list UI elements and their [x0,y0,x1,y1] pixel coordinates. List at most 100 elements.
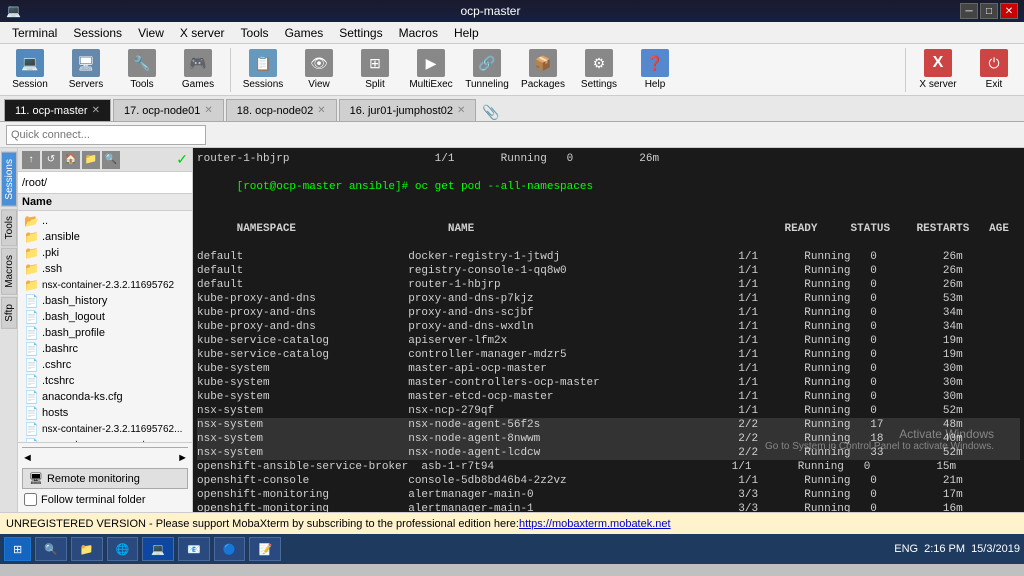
menu-view[interactable]: View [130,24,172,42]
sidebar: ↑ ↺ 🏠 📁 🔍 ✓ /root/ Name 📂 .. 📁 .ansible … [18,148,193,512]
toolbar-sep2 [905,48,906,92]
tree-item-ansible[interactable]: 📁 .ansible [20,229,190,245]
tree-item-nsx-container[interactable]: 📁 nsx-container-2.3.2.11695762 [20,277,190,293]
menu-terminal[interactable]: Terminal [4,24,65,42]
tree-item-cshrc[interactable]: 📄 .cshrc [20,357,190,373]
tab-ocp-master[interactable]: 11. ocp-master ✕ [4,99,111,121]
toolbar-session[interactable]: 💻 Session [4,47,56,92]
left-tab-tools[interactable]: Tools [1,209,17,246]
packages-label: Packages [521,79,565,90]
toolbar: 💻 Session 🖥 Servers 🔧 Tools 🎮 Games 📋 Se… [0,44,1024,96]
minimize-button[interactable]: ─ [960,3,978,19]
menu-macros[interactable]: Macros [391,24,446,42]
status-link[interactable]: https://mobaxterm.mobatek.net [519,518,671,530]
toolbar-split[interactable]: ⊞ Split [349,47,401,92]
view-icon: 👁 [305,49,333,77]
tray-time: 2:16 PM [924,543,965,555]
tools-label: Tools [130,79,153,90]
toolbar-multiexec[interactable]: ▶ MultiExec [405,47,457,92]
sidebar-filter-btn[interactable]: 🔍 [102,151,120,169]
servers-label: Servers [69,79,103,90]
left-tabs: Sessions Tools Macros Sftp [0,148,18,512]
tree-item-anaconda[interactable]: 📄 anaconda-ks.cfg [20,389,190,405]
view-label: View [308,79,330,90]
toolbar-exit[interactable]: ⏻ Exit [968,47,1020,92]
follow-folder-label: Follow terminal folder [41,494,146,506]
toolbar-settings[interactable]: ⚙ Settings [573,47,625,92]
close-button[interactable]: ✕ [1000,3,1018,19]
left-tab-macros[interactable]: Macros [1,248,17,295]
tab-ocp-node02-close[interactable]: ✕ [317,105,325,116]
sidebar-refresh-btn[interactable]: ↺ [42,151,60,169]
scroll-right-icon[interactable]: ► [177,452,188,464]
servers-icon: 🖥 [72,49,100,77]
quick-connect-bar [0,122,1024,148]
left-tab-sessions[interactable]: Sessions [1,152,17,207]
xserver-label: X server [919,79,956,90]
search-button[interactable]: 🔍 [35,537,67,561]
new-tab-icon[interactable]: 📎 [482,104,499,121]
toolbar-packages[interactable]: 📦 Packages [517,47,569,92]
file-explorer-button[interactable]: 📁 [71,537,103,561]
sidebar-up-btn[interactable]: ↑ [22,151,40,169]
email-button[interactable]: 📧 [178,537,210,561]
remote-monitoring-button[interactable]: 🖥 Remote monitoring [22,468,188,489]
tree-item-ssh[interactable]: 📁 .ssh [20,261,190,277]
tree-item-bash-logout[interactable]: 📄 .bash_logout [20,309,190,325]
toolbar-tunneling[interactable]: 🔗 Tunneling [461,47,513,92]
toolbar-games[interactable]: 🎮 Games [172,47,224,92]
menu-sessions[interactable]: Sessions [65,24,130,42]
tab-ocp-node02[interactable]: 18. ocp-node02 ✕ [226,99,337,121]
app1-button[interactable]: 🔵 [214,537,246,561]
menu-xserver[interactable]: X server [172,24,233,42]
file-bash-profile-icon: 📄 [24,326,39,340]
menu-help[interactable]: Help [446,24,487,42]
follow-folder-checkbox[interactable] [24,493,37,506]
term-line-alert0: openshift-monitoring alertmanager-main-0… [197,488,1020,502]
tree-item-bash-profile[interactable]: 📄 .bash_profile [20,325,190,341]
tab-ocp-master-close[interactable]: ✕ [92,105,100,116]
terminal1-button[interactable]: 💻 [142,537,174,561]
start-button[interactable]: ⊞ [4,537,31,561]
tree-item-nsx-container-file[interactable]: 📄 nsx-container-2.3.2.11695762... [20,421,190,437]
tree-item-root[interactable]: 📂 .. [20,213,190,229]
toolbar-xserver[interactable]: X X server [912,47,964,92]
terminal-area[interactable]: router-1-hbjrp 1/1 Running 0 26m [root@o… [193,148,1024,512]
term-line-nsx-agent3: nsx-system nsx-node-agent-lcdcw 2/2 Runn… [197,446,1020,460]
xserver-icon: X [924,49,952,77]
sidebar-newfolder-btn[interactable]: 📁 [82,151,100,169]
tree-item-bash-history[interactable]: 📄 .bash_history [20,293,190,309]
left-tab-sftp[interactable]: Sftp [1,297,17,329]
tree-item-tcshrc[interactable]: 📄 .tcshrc [20,373,190,389]
sidebar-home-btn[interactable]: 🏠 [62,151,80,169]
split-label: Split [365,79,384,90]
editor-button[interactable]: 📝 [249,537,281,561]
menu-tools[interactable]: Tools [233,24,277,42]
tree-item-pki[interactable]: 📁 .pki [20,245,190,261]
toolbar-view[interactable]: 👁 View [293,47,345,92]
tree-item-bashrc[interactable]: 📄 .bashrc [20,341,190,357]
toolbar-tools[interactable]: 🔧 Tools [116,47,168,92]
quick-connect-input[interactable] [6,125,206,145]
toolbar-servers[interactable]: 🖥 Servers [60,47,112,92]
menu-games[interactable]: Games [277,24,332,42]
tab-jumphost02[interactable]: 16. jur01-jumphost02 ✕ [339,99,477,121]
scroll-left-icon[interactable]: ◄ [22,452,33,464]
menu-settings[interactable]: Settings [331,24,390,42]
tab-ocp-node01-close[interactable]: ✕ [204,105,212,116]
browser-button[interactable]: 🌐 [107,537,139,561]
tab-jumphost02-close[interactable]: ✕ [457,105,465,116]
toolbar-help[interactable]: ❓ Help [629,47,681,92]
folder-ansible-icon: 📁 [24,230,39,244]
tab-ocp-node01[interactable]: 17. ocp-node01 ✕ [113,99,224,121]
session-icon: 💻 [16,49,44,77]
toolbar-sessions[interactable]: 📋 Sessions [237,47,289,92]
tab-ocp-master-label: 11. ocp-master [15,105,88,117]
taskbar-tray: ENG 2:16 PM 15/3/2019 [894,543,1020,555]
tree-item-hosts[interactable]: 📄 hosts [20,405,190,421]
folder-nsx-icon: 📁 [24,278,39,292]
folder-pki-icon: 📁 [24,246,39,260]
maximize-button[interactable]: □ [980,3,998,19]
term-line-asb: openshift-ansible-service-broker asb-1-r… [197,460,1020,474]
tray-lang: ENG [894,543,918,555]
